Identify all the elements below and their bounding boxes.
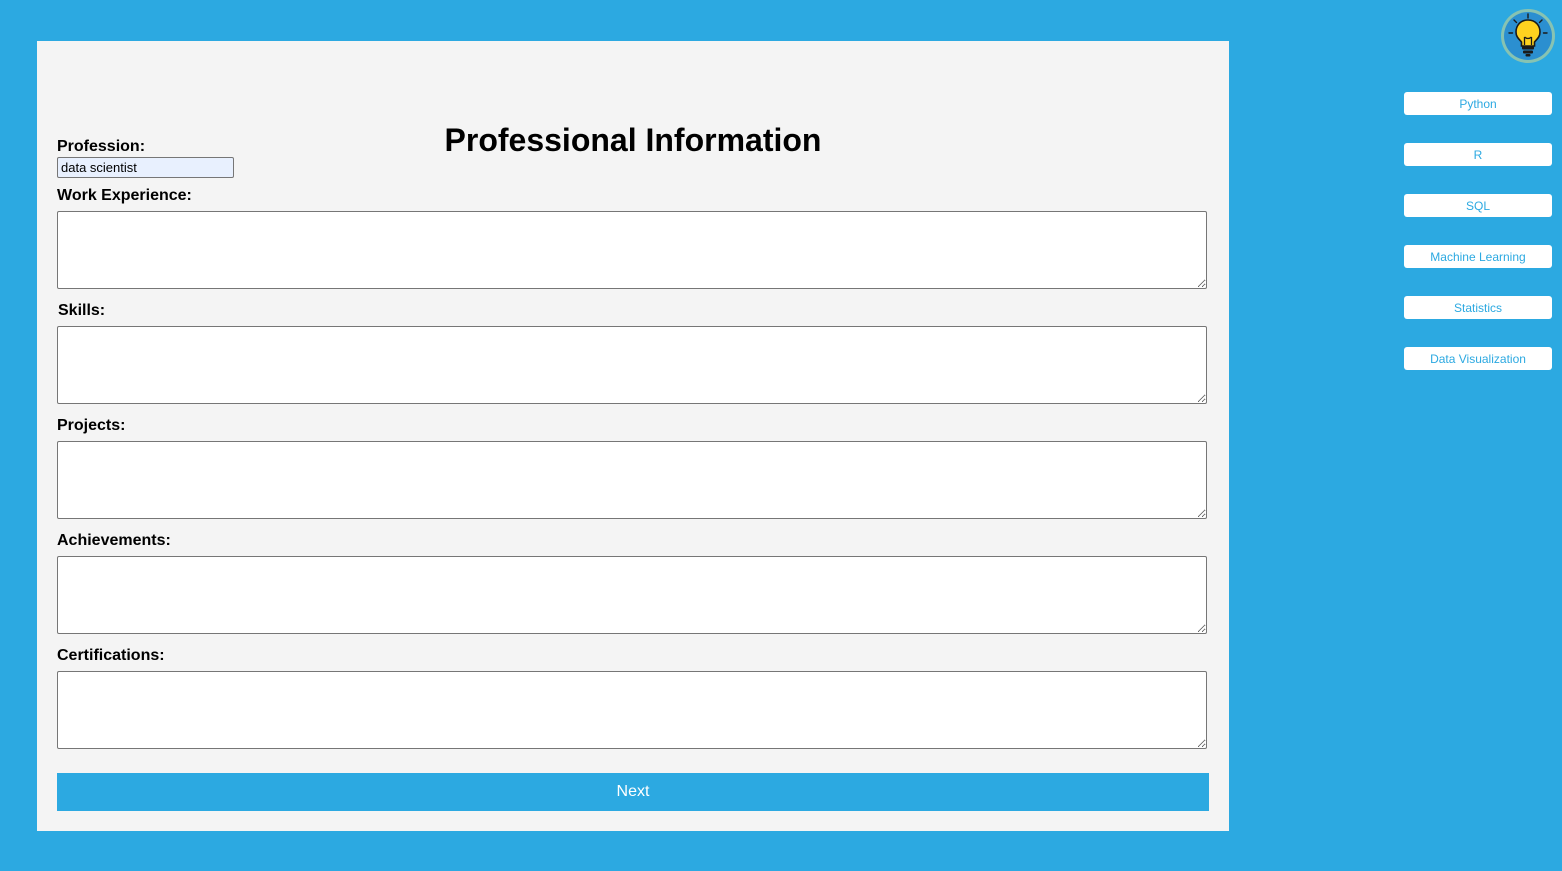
skill-button-sql[interactable]: SQL (1404, 194, 1552, 217)
skills-label: Skills: (58, 302, 106, 319)
professional-info-form: Professional Information Profession: Wor… (37, 41, 1229, 831)
skill-button-data-visualization[interactable]: Data Visualization (1404, 347, 1552, 370)
achievements-textarea[interactable] (57, 556, 1207, 634)
skill-button-python[interactable]: Python (1404, 92, 1552, 115)
next-button[interactable]: Next (57, 773, 1209, 811)
profession-label: Profession: (57, 138, 146, 155)
skill-button-r[interactable]: R (1404, 143, 1552, 166)
skills-textarea[interactable] (57, 326, 1207, 404)
work-experience-textarea[interactable] (57, 211, 1207, 289)
projects-label: Projects: (57, 417, 126, 434)
certifications-label: Certifications: (57, 647, 165, 664)
skill-button-statistics[interactable]: Statistics (1404, 296, 1552, 319)
work-experience-label: Work Experience: (57, 187, 192, 204)
lightbulb-icon[interactable] (1500, 8, 1556, 64)
achievements-label: Achievements: (57, 532, 171, 549)
projects-textarea[interactable] (57, 441, 1207, 519)
certifications-textarea[interactable] (57, 671, 1207, 749)
page-title: Professional Information (444, 122, 822, 158)
skill-button-machine-learning[interactable]: Machine Learning (1404, 245, 1552, 268)
profession-input[interactable] (57, 157, 234, 178)
